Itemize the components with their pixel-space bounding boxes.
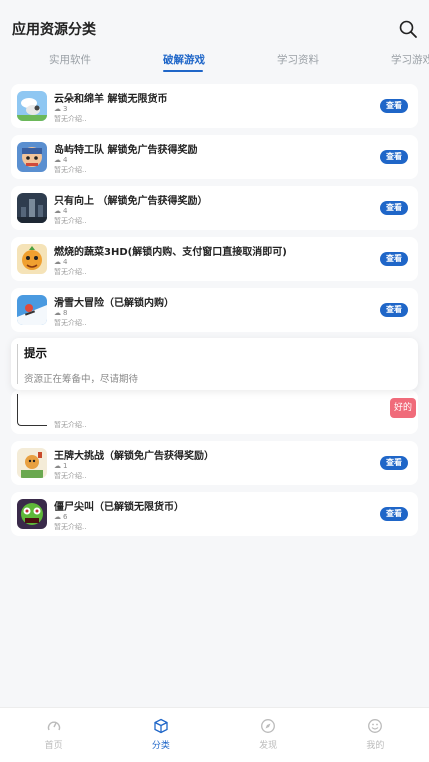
nav-label: 我的 [366, 741, 385, 751]
item-name: 岛屿特工队 解锁免广告获得奖励 [54, 145, 198, 156]
active-tab-indicator [163, 70, 203, 72]
view-button[interactable]: 查看 [380, 99, 408, 113]
item-desc: 暂无介绍.. [54, 268, 87, 276]
tab-utility-software[interactable]: 实用软件 [49, 52, 91, 67]
list-item[interactable]: 云朵和绵羊 解锁无限货币 ☁ 3 暂无介绍.. 查看 [11, 84, 418, 128]
app-icon [17, 499, 47, 529]
download-count: ☁ 3 [54, 105, 68, 113]
download-count: ☁ 6 [54, 513, 68, 521]
app-icon [17, 448, 47, 478]
item-desc: 暂无介绍.. [54, 166, 87, 174]
view-button[interactable]: 查看 [380, 507, 408, 521]
nav-mine[interactable]: 我的 [322, 708, 429, 762]
download-count: ☁ 4 [54, 207, 68, 215]
bottom-nav: 首页 分类 发现 我的 [0, 707, 429, 762]
nav-label: 发现 [259, 741, 278, 751]
list-item[interactable]: 只有向上 （解锁免广告获得奖励） ☁ 4 暂无介绍.. 查看 [11, 186, 418, 230]
download-icon: ☁ [54, 462, 61, 470]
search-icon[interactable] [398, 19, 418, 39]
list-item[interactable]: 王牌大挑战（解锁免广告获得奖励） ☁ 1 暂无介绍.. 查看 [11, 441, 418, 485]
category-tabs: 实用软件 破解游戏 学习资料 学习游戏 [0, 48, 429, 76]
list-item[interactable]: 暂无介绍.. [11, 390, 418, 434]
tab-learning-games[interactable]: 学习游戏 [391, 52, 429, 67]
box-icon [154, 718, 168, 734]
view-button[interactable]: 查看 [380, 201, 408, 215]
confirm-button[interactable]: 好的 [390, 398, 416, 418]
list-item[interactable]: 燃烧的蔬菜3HD(解锁内购、支付窗口直接取消即可) ☁ 4 暂无介绍.. 查看 [11, 237, 418, 281]
app-icon [17, 295, 47, 325]
tab-cracked-games[interactable]: 破解游戏 [163, 52, 205, 67]
smile-icon [368, 719, 383, 733]
download-icon: ☁ [54, 309, 61, 317]
app-icon [17, 244, 47, 274]
compass-icon [261, 719, 276, 733]
item-desc: 暂无介绍.. [54, 319, 87, 327]
download-count: ☁ 8 [54, 309, 68, 317]
download-icon: ☁ [54, 258, 61, 266]
download-icon: ☁ [54, 105, 61, 113]
view-button[interactable]: 查看 [380, 303, 408, 317]
resource-list: 云朵和绵羊 解锁无限货币 ☁ 3 暂无介绍.. 查看 岛屿特工队 解锁免广告获得奖… [11, 84, 418, 339]
item-name: 滑雪大冒险（已解锁内购） [54, 298, 174, 309]
item-name: 只有向上 （解锁免广告获得奖励） [54, 196, 208, 207]
tab-study-materials[interactable]: 学习资料 [277, 52, 319, 67]
item-name: 僵尸尖叫（已解锁无限货币） [54, 502, 184, 513]
list-item[interactable]: 岛屿特工队 解锁免广告获得奖励 ☁ 4 暂无介绍.. 查看 [11, 135, 418, 179]
view-button[interactable]: 查看 [380, 252, 408, 266]
download-icon: ☁ [54, 156, 61, 164]
item-name: 王牌大挑战（解锁免广告获得奖励） [54, 451, 214, 462]
download-icon: ☁ [54, 513, 61, 521]
item-desc: 暂无介绍.. [54, 472, 87, 480]
download-count: ☁ 4 [54, 258, 68, 266]
item-desc: 暂无介绍.. [54, 217, 87, 225]
page-title: 应用资源分类 [12, 22, 96, 38]
dialog-message: 资源正在筹备中，尽请期待 [24, 374, 139, 385]
item-desc: 暂无介绍.. [54, 523, 87, 531]
tip-dialog: 提示 资源正在筹备中，尽请期待 [11, 338, 418, 390]
download-count: ☁ 4 [54, 156, 68, 164]
list-item[interactable]: 滑雪大冒险（已解锁内购） ☁ 8 暂无介绍.. 查看 [11, 288, 418, 332]
dialog-title: 提示 [24, 346, 47, 360]
nav-discover[interactable]: 发现 [215, 708, 322, 762]
item-name: 燃烧的蔬菜3HD(解锁内购、支付窗口直接取消即可) [54, 247, 287, 258]
nav-home[interactable]: 首页 [0, 708, 107, 762]
list-item[interactable]: 僵尸尖叫（已解锁无限货币） ☁ 6 暂无介绍.. 查看 [11, 492, 418, 536]
download-icon: ☁ [54, 207, 61, 215]
app-icon [17, 394, 47, 426]
app-icon [17, 142, 47, 172]
home-icon [47, 721, 60, 731]
view-button[interactable]: 查看 [380, 150, 408, 164]
item-name: 云朵和绵羊 解锁无限货币 [54, 94, 168, 105]
view-button[interactable]: 查看 [380, 456, 408, 470]
item-desc: 暂无介绍.. [54, 115, 87, 123]
resource-list-continued: 王牌大挑战（解锁免广告获得奖励） ☁ 1 暂无介绍.. 查看 僵尸尖叫（已解锁无限… [11, 441, 418, 543]
nav-label: 首页 [44, 741, 63, 751]
app-icon [17, 91, 47, 121]
nav-label: 分类 [151, 741, 170, 751]
app-icon [17, 193, 47, 223]
download-count: ☁ 1 [54, 462, 68, 470]
header: 应用资源分类 [0, 0, 429, 48]
dialog-divider [17, 344, 18, 384]
item-desc: 暂无介绍.. [54, 421, 87, 429]
nav-category[interactable]: 分类 [107, 708, 214, 762]
